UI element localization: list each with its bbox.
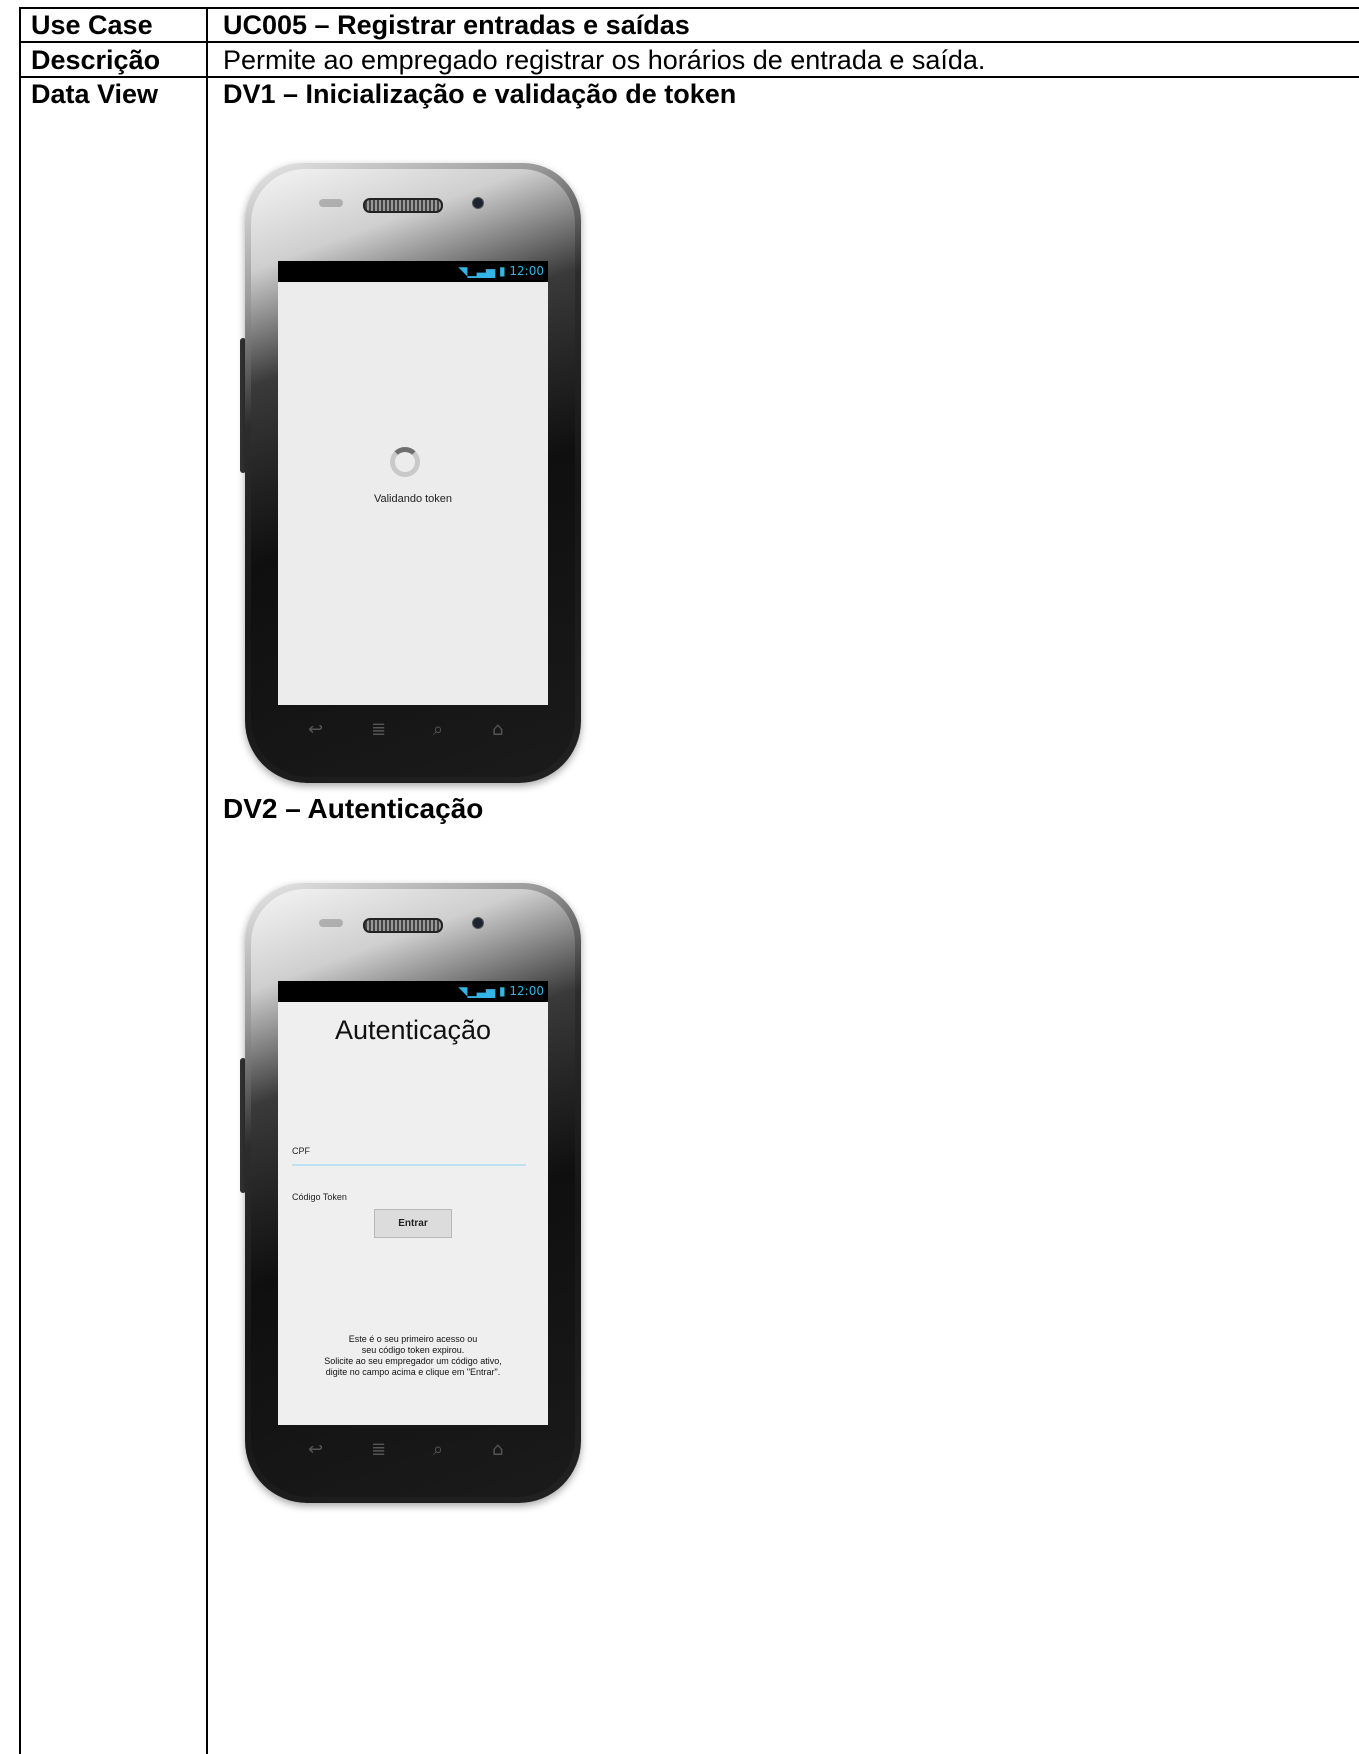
front-camera — [472, 197, 484, 209]
dv1-heading: DV1 – Inicialização e validação de token — [223, 79, 737, 109]
status-time: 12:00 — [509, 264, 544, 278]
auth-message-line: digite no campo acima e clique em "Entra… — [325, 1367, 501, 1377]
battery-icon: ▮ — [498, 264, 506, 278]
auth-message-line: seu código token expirou. — [361, 1345, 465, 1355]
speaker-grill — [363, 918, 443, 933]
dv2-heading: DV2 – Autenticação — [223, 793, 484, 824]
status-time: 12:00 — [509, 984, 544, 998]
use-case-value: UC005 – Registrar entradas e saídas — [223, 10, 690, 40]
search-icon[interactable]: ⌕ — [433, 719, 443, 740]
loading-spinner-icon — [390, 447, 420, 477]
phone-nav-bar: ↩ ≣ ⌕ ⌂ — [278, 715, 548, 745]
column-divider — [206, 9, 208, 1754]
status-icons: ◥▁▃▅ ▮ 12:00 — [458, 264, 544, 279]
phone-mockup-dv2: ◥▁▃▅ ▮ 12:00 Autenticação CPF Código Tok… — [240, 883, 581, 1503]
entrar-button[interactable]: Entrar — [374, 1209, 452, 1238]
speaker-grill — [363, 198, 443, 213]
proximity-sensor — [319, 199, 343, 207]
row-divider — [21, 76, 1359, 78]
battery-icon: ▮ — [498, 984, 506, 998]
status-icons: ◥▁▃▅ ▮ 12:00 — [458, 984, 544, 999]
use-case-label: Use Case — [31, 10, 153, 40]
home-icon[interactable]: ⌂ — [492, 719, 503, 740]
use-case-table: Use Case UC005 – Registrar entradas e sa… — [19, 7, 1359, 1754]
home-icon[interactable]: ⌂ — [492, 1439, 503, 1460]
phone-screen: ◥▁▃▅ ▮ 12:00 Validando token — [278, 261, 548, 705]
status-bar: ◥▁▃▅ ▮ 12:00 — [278, 981, 548, 1002]
phone-nav-bar: ↩ ≣ ⌕ ⌂ — [278, 1435, 548, 1465]
back-icon[interactable]: ↩ — [308, 719, 323, 740]
menu-icon[interactable]: ≣ — [371, 1439, 386, 1460]
auth-title: Autenticação — [334, 1015, 492, 1045]
loading-text: Validando token — [373, 493, 453, 505]
auth-message-line: Este é o seu primeiro acesso ou — [348, 1334, 478, 1344]
data-view-label: Data View — [31, 79, 159, 109]
signal-icon: ▁▃▅ — [467, 264, 496, 278]
description-label: Descrição — [31, 45, 161, 75]
search-icon[interactable]: ⌕ — [433, 1439, 443, 1460]
cpf-label: CPF — [292, 1146, 310, 1156]
front-camera — [472, 917, 484, 929]
auth-message-line: Solicite ao seu empregador um código ati… — [324, 1356, 502, 1366]
back-icon[interactable]: ↩ — [308, 1439, 323, 1460]
row-divider — [21, 41, 1359, 43]
phone-mockup-dv1: ◥▁▃▅ ▮ 12:00 Validando token ↩ ≣ ⌕ ⌂ — [240, 163, 581, 783]
menu-icon[interactable]: ≣ — [371, 719, 386, 740]
auth-message: Este é o seu primeiro acesso ou seu códi… — [278, 1334, 548, 1378]
cpf-input[interactable] — [292, 1164, 526, 1166]
phone-screen: ◥▁▃▅ ▮ 12:00 Autenticação CPF Código Tok… — [278, 981, 548, 1425]
status-bar: ◥▁▃▅ ▮ 12:00 — [278, 261, 548, 282]
proximity-sensor — [319, 919, 343, 927]
token-label[interactable]: Código Token — [292, 1192, 347, 1202]
description-value: Permite ao empregado registrar os horári… — [223, 45, 986, 75]
signal-icon: ▁▃▅ — [467, 984, 496, 998]
